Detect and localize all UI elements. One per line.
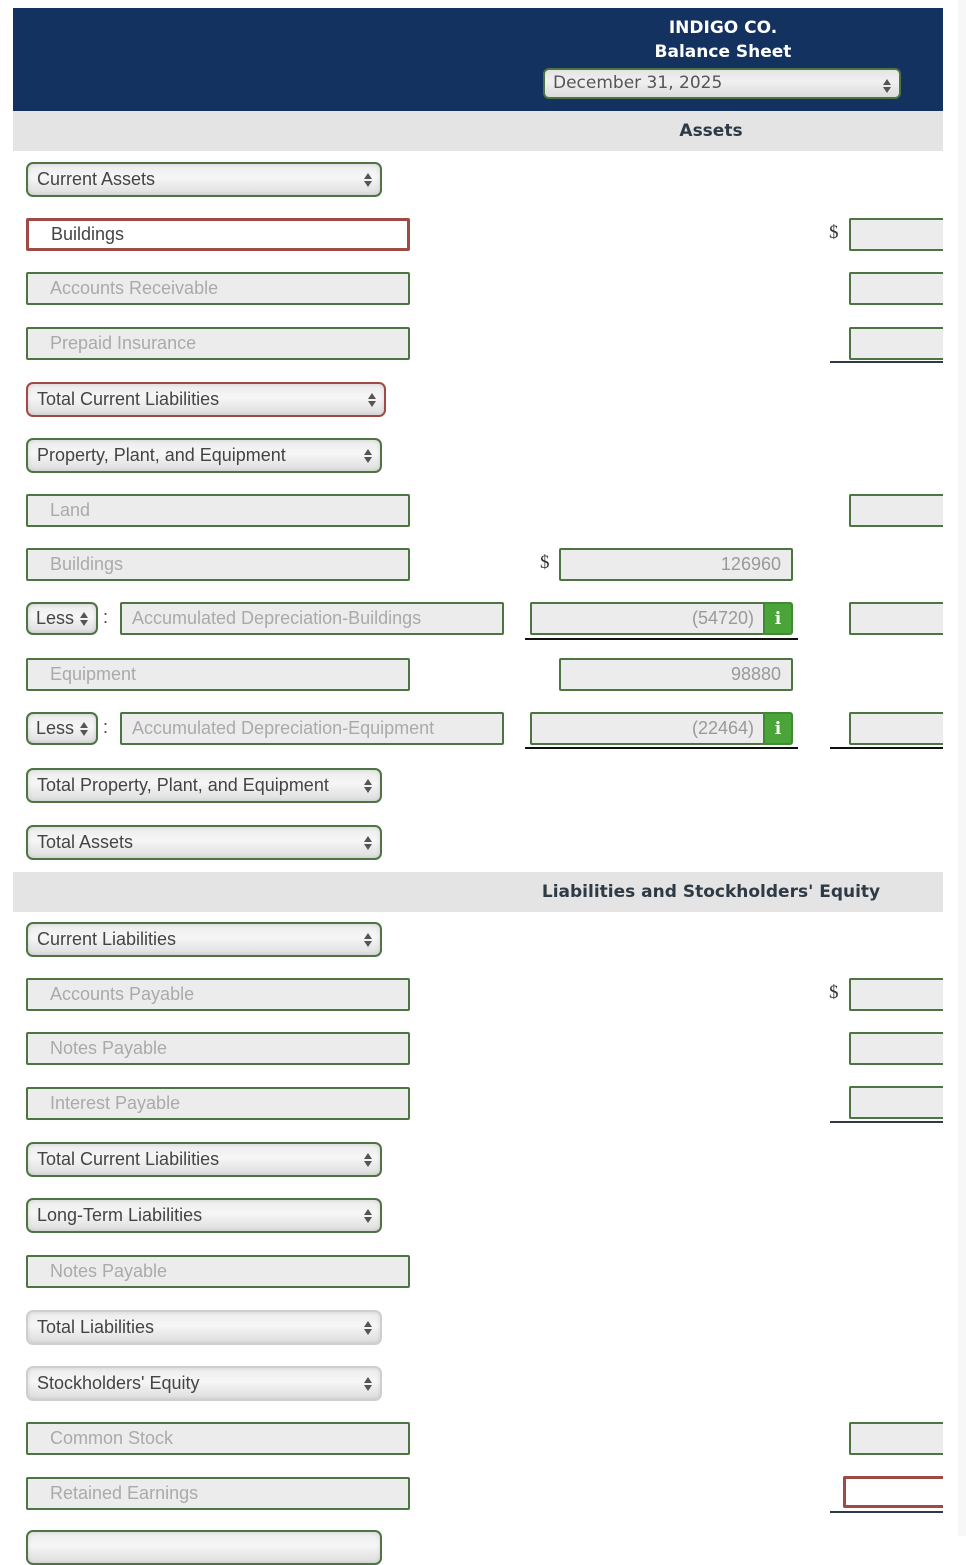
company-name: INDIGO CO. [668, 18, 778, 38]
date-select-value: December 31, 2025 [553, 73, 723, 93]
accum-dep-equipment-input[interactable]: Accumulated Depreciation-Equipment [120, 712, 504, 745]
select-arrows-icon [364, 779, 372, 793]
notes-payable-current-input[interactable]: Notes Payable [26, 1032, 410, 1065]
select-arrows-icon [364, 1321, 372, 1335]
next-row-select[interactable] [26, 1530, 382, 1565]
long-term-liabilities-select[interactable]: Long-Term Liabilities [26, 1198, 382, 1233]
date-select[interactable]: December 31, 2025 [543, 68, 901, 99]
select-value: Less [36, 608, 75, 628]
select-arrows-icon [80, 722, 88, 736]
dollar-sign: $ [540, 552, 550, 573]
subtotal-rule [830, 1511, 943, 1513]
scrollbar-track[interactable] [958, 0, 966, 1536]
total-current-liabilities-select[interactable]: Total Current Liabilities [26, 1142, 382, 1177]
select-value: Long-Term Liabilities [37, 1205, 203, 1225]
current-asset-2-amount[interactable] [849, 272, 943, 305]
select-value: Total Assets [37, 832, 134, 852]
info-icon[interactable]: i [763, 712, 793, 745]
net-equipment-amount[interactable] [849, 712, 943, 745]
subtotal-rule [830, 361, 943, 363]
total-current-assets-select[interactable]: Total Current Liabilities [26, 382, 386, 417]
accum-dep-buildings-amount[interactable]: (54720) [530, 602, 764, 635]
subtotal-rule [830, 747, 943, 749]
assets-title: Assets [679, 121, 743, 141]
select-value: Total Property, Plant, and Equipment [37, 775, 329, 795]
common-stock-input[interactable]: Common Stock [26, 1422, 410, 1455]
dollar-sign: $ [829, 222, 839, 243]
total-assets-select[interactable]: Total Assets [26, 825, 382, 860]
assets-section-header: Assets [13, 111, 943, 151]
buildings-amount[interactable]: 126960 [559, 548, 793, 581]
accum-dep-buildings-input[interactable]: Accumulated Depreciation-Buildings [120, 602, 504, 635]
select-arrows-icon [80, 612, 88, 626]
accounts-payable-input[interactable]: Accounts Payable [26, 978, 410, 1011]
equipment-input[interactable]: Equipment [26, 658, 410, 691]
interest-payable-amount[interactable] [849, 1086, 943, 1119]
current-liabilities-select[interactable]: Current Liabilities [26, 922, 382, 957]
notes-payable-long-term-input[interactable]: Notes Payable [26, 1255, 410, 1288]
less-select-equipment[interactable]: Less [26, 712, 98, 745]
select-value: Stockholders' Equity [37, 1373, 200, 1393]
statement-header: INDIGO CO. Balance Sheet December 31, 20… [13, 8, 943, 111]
liabilities-equity-section-header: Liabilities and Stockholders' Equity [13, 872, 943, 912]
total-liabilities-select[interactable]: Total Liabilities [26, 1310, 382, 1345]
select-value: Total Current Liabilities [37, 1149, 220, 1169]
accounts-payable-amount[interactable] [849, 978, 943, 1011]
current-asset-3-amount[interactable] [849, 327, 943, 360]
subtotal-rule [830, 1121, 943, 1123]
current-assets-select[interactable]: Current Assets [26, 162, 382, 197]
dollar-sign: $ [829, 982, 839, 1003]
select-arrows-icon [364, 173, 372, 187]
land-amount[interactable] [849, 494, 943, 527]
total-ppe-select[interactable]: Total Property, Plant, and Equipment [26, 768, 382, 803]
select-value: Property, Plant, and Equipment [37, 445, 286, 465]
equipment-amount[interactable]: 98880 [559, 658, 793, 691]
statement-title: Balance Sheet [654, 42, 792, 62]
select-arrows-icon [364, 836, 372, 850]
current-asset-2-input[interactable]: Accounts Receivable [26, 272, 410, 305]
select-value: Total Current Liabilities [37, 389, 220, 409]
select-arrows-icon [364, 1153, 372, 1167]
land-input[interactable]: Land [26, 494, 410, 527]
stockholders-equity-select[interactable]: Stockholders' Equity [26, 1366, 382, 1401]
select-arrows-icon [364, 933, 372, 947]
colon-separator: : [103, 717, 109, 737]
colon-separator: : [103, 607, 109, 627]
select-arrows-icon [364, 1377, 372, 1391]
subtotal-rule [525, 747, 798, 749]
select-value: Less [36, 718, 75, 738]
liabilities-equity-title: Liabilities and Stockholders' Equity [541, 882, 881, 902]
subtotal-rule [525, 638, 798, 640]
retained-earnings-amount[interactable] [843, 1476, 943, 1508]
less-select-buildings[interactable]: Less [26, 602, 98, 635]
ppe-select[interactable]: Property, Plant, and Equipment [26, 438, 382, 473]
info-icon[interactable]: i [763, 602, 793, 635]
select-arrows-icon [364, 449, 372, 463]
interest-payable-input[interactable]: Interest Payable [26, 1087, 410, 1120]
current-asset-1-input[interactable]: Buildings [26, 218, 410, 251]
select-value: Current Liabilities [37, 929, 177, 949]
select-value: Total Liabilities [37, 1317, 155, 1337]
net-buildings-amount[interactable] [849, 602, 943, 635]
retained-earnings-input[interactable]: Retained Earnings [26, 1477, 410, 1510]
select-arrows-icon [883, 79, 891, 93]
current-asset-3-input[interactable]: Prepaid Insurance [26, 327, 410, 360]
current-asset-1-amount[interactable] [849, 218, 943, 251]
select-arrows-icon [368, 393, 376, 407]
common-stock-amount[interactable] [849, 1422, 943, 1455]
select-arrows-icon [364, 1209, 372, 1223]
notes-payable-current-amount[interactable] [849, 1032, 943, 1065]
buildings-input[interactable]: Buildings [26, 548, 410, 581]
accum-dep-equipment-amount[interactable]: (22464) [530, 712, 764, 745]
select-value: Current Assets [37, 169, 156, 189]
